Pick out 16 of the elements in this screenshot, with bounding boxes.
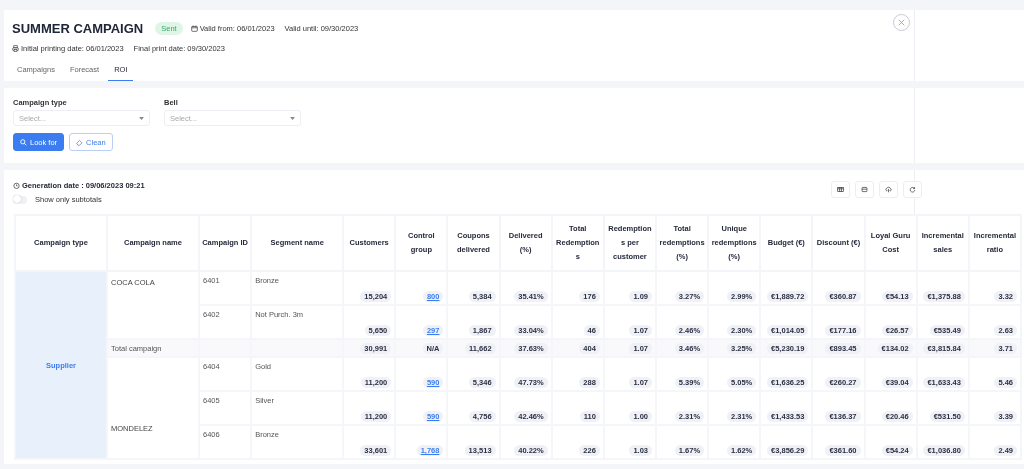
upload-button[interactable] bbox=[879, 181, 898, 198]
cloud-upload-icon bbox=[885, 186, 892, 193]
search-icon bbox=[20, 138, 27, 146]
caret-icon bbox=[139, 116, 144, 120]
table-icon bbox=[837, 186, 844, 193]
columns-button[interactable] bbox=[831, 181, 850, 198]
close-button[interactable] bbox=[893, 14, 910, 31]
campaign-title: SUMMER CAMPAIGN bbox=[12, 20, 144, 36]
refresh-button[interactable] bbox=[903, 181, 922, 198]
caret-icon bbox=[290, 116, 295, 120]
toggle-switch[interactable] bbox=[13, 195, 27, 204]
calendar-icon bbox=[190, 24, 198, 32]
print-button[interactable] bbox=[855, 181, 874, 198]
close-icon bbox=[898, 19, 905, 26]
clock-icon bbox=[13, 182, 20, 189]
refresh-icon bbox=[909, 186, 916, 193]
